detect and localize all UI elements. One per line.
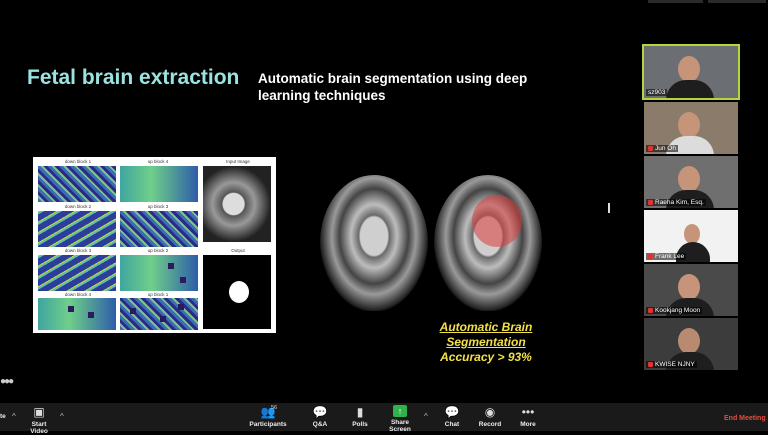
edge-label: te <box>0 413 6 420</box>
network-figure: down block 1 up block 4 Input Image down… <box>33 157 276 333</box>
share-screen-icon: ↑ <box>393 405 407 417</box>
figure-label: up block 4 <box>147 159 169 164</box>
muted-mic-icon <box>648 362 653 367</box>
shared-screen: Fetal brain extraction Automatic brain s… <box>0 0 640 400</box>
figure-label: up block 1 <box>147 292 169 297</box>
video-tile[interactable]: KWISE NJNY <box>644 318 738 370</box>
video-tile[interactable]: sz903 <box>642 44 740 100</box>
muted-mic-icon <box>648 146 653 151</box>
text-cursor <box>608 203 610 213</box>
video-tile[interactable]: Kookjang Moon <box>644 264 738 316</box>
chevron-up-icon[interactable]: ^ <box>424 412 428 421</box>
feature-map <box>38 298 116 330</box>
participant-avatar <box>678 328 700 354</box>
feature-map <box>120 298 198 330</box>
qa-icon: 💬 <box>312 405 328 419</box>
polls-icon: ▮ <box>356 405 364 419</box>
participants-icon: 👥 <box>260 405 276 419</box>
video-tile[interactable]: Raeha Kim, Esq. <box>644 156 738 208</box>
participant-name: Raeha Kim, Esq. <box>646 199 706 206</box>
figure-label: down block 2 <box>64 204 92 209</box>
feature-map <box>120 255 198 291</box>
chevron-up-icon[interactable]: ^ <box>60 412 64 421</box>
participants-count: 56 <box>271 405 278 411</box>
feature-map <box>120 211 198 247</box>
share-screen-button[interactable]: ↑ Share Screen <box>380 405 420 433</box>
accuracy-caption: Automatic Brain Segmentation Accuracy > … <box>400 320 572 365</box>
chat-icon: 💬 <box>444 405 460 419</box>
record-icon: ◉ <box>484 405 496 419</box>
more-icon: ••• <box>521 405 535 419</box>
figure-label: up block 3 <box>147 204 169 209</box>
more-button[interactable]: ••• More <box>515 405 541 428</box>
feature-map <box>120 166 198 202</box>
slide-title: Fetal brain extraction <box>27 66 240 89</box>
figure-label: down block 3 <box>64 248 92 253</box>
top-strip <box>708 0 766 3</box>
muted-mic-icon <box>648 254 653 259</box>
muted-mic-icon <box>648 308 653 313</box>
video-tile[interactable]: Frank Lee <box>644 210 738 262</box>
figure-label: Input Image <box>226 159 250 164</box>
participant-name: sz903 <box>646 89 668 96</box>
record-button[interactable]: ◉ Record <box>476 405 504 428</box>
participant-avatar <box>678 274 700 300</box>
participant-name: Frank Lee <box>646 253 687 260</box>
chat-button[interactable]: 💬 Chat <box>440 405 464 428</box>
accuracy-value: Accuracy > 93% <box>440 350 532 364</box>
video-off-icon: ▣ <box>33 405 45 419</box>
qa-button[interactable]: 💬 Q&A <box>307 405 333 428</box>
figure-label: down block 4 <box>64 292 92 297</box>
participant-avatar <box>678 166 700 192</box>
participant-avatar <box>684 224 700 244</box>
top-strip <box>648 0 703 3</box>
participant-avatar <box>678 112 700 138</box>
output-image <box>203 255 271 329</box>
chevron-up-icon[interactable]: ^ <box>12 412 16 421</box>
muted-mic-icon <box>648 200 653 205</box>
figure-label: down block 1 <box>64 159 92 164</box>
slide-subtitle: Automatic brain segmentation using deep … <box>258 71 528 103</box>
input-image <box>203 166 271 242</box>
mri-scan-segmented <box>434 175 542 311</box>
participant-avatar <box>678 56 700 82</box>
polls-button[interactable]: ▮ Polls <box>347 405 373 428</box>
feature-map <box>38 255 116 291</box>
mri-scan <box>320 175 428 311</box>
accuracy-title: Automatic Brain Segmentation <box>439 320 533 349</box>
end-meeting-button[interactable]: End Meeting <box>724 415 766 422</box>
feature-map <box>38 211 116 247</box>
participant-name: KWISE NJNY <box>646 361 697 368</box>
participant-name: Kookjang Moon <box>646 307 703 314</box>
participant-name: Jun Oh <box>646 145 678 152</box>
feature-map <box>38 166 116 202</box>
meeting-toolbar: te ^ ▣ Start Video ^ 👥 56 Participants 💬… <box>0 403 768 435</box>
video-tile[interactable]: Jun Oh <box>644 102 738 154</box>
figure-label: up block 2 <box>147 248 169 253</box>
figure-label: Output <box>231 248 245 253</box>
more-dots-icon[interactable]: ●●● <box>0 376 14 387</box>
participants-button[interactable]: 👥 56 Participants <box>247 405 289 428</box>
